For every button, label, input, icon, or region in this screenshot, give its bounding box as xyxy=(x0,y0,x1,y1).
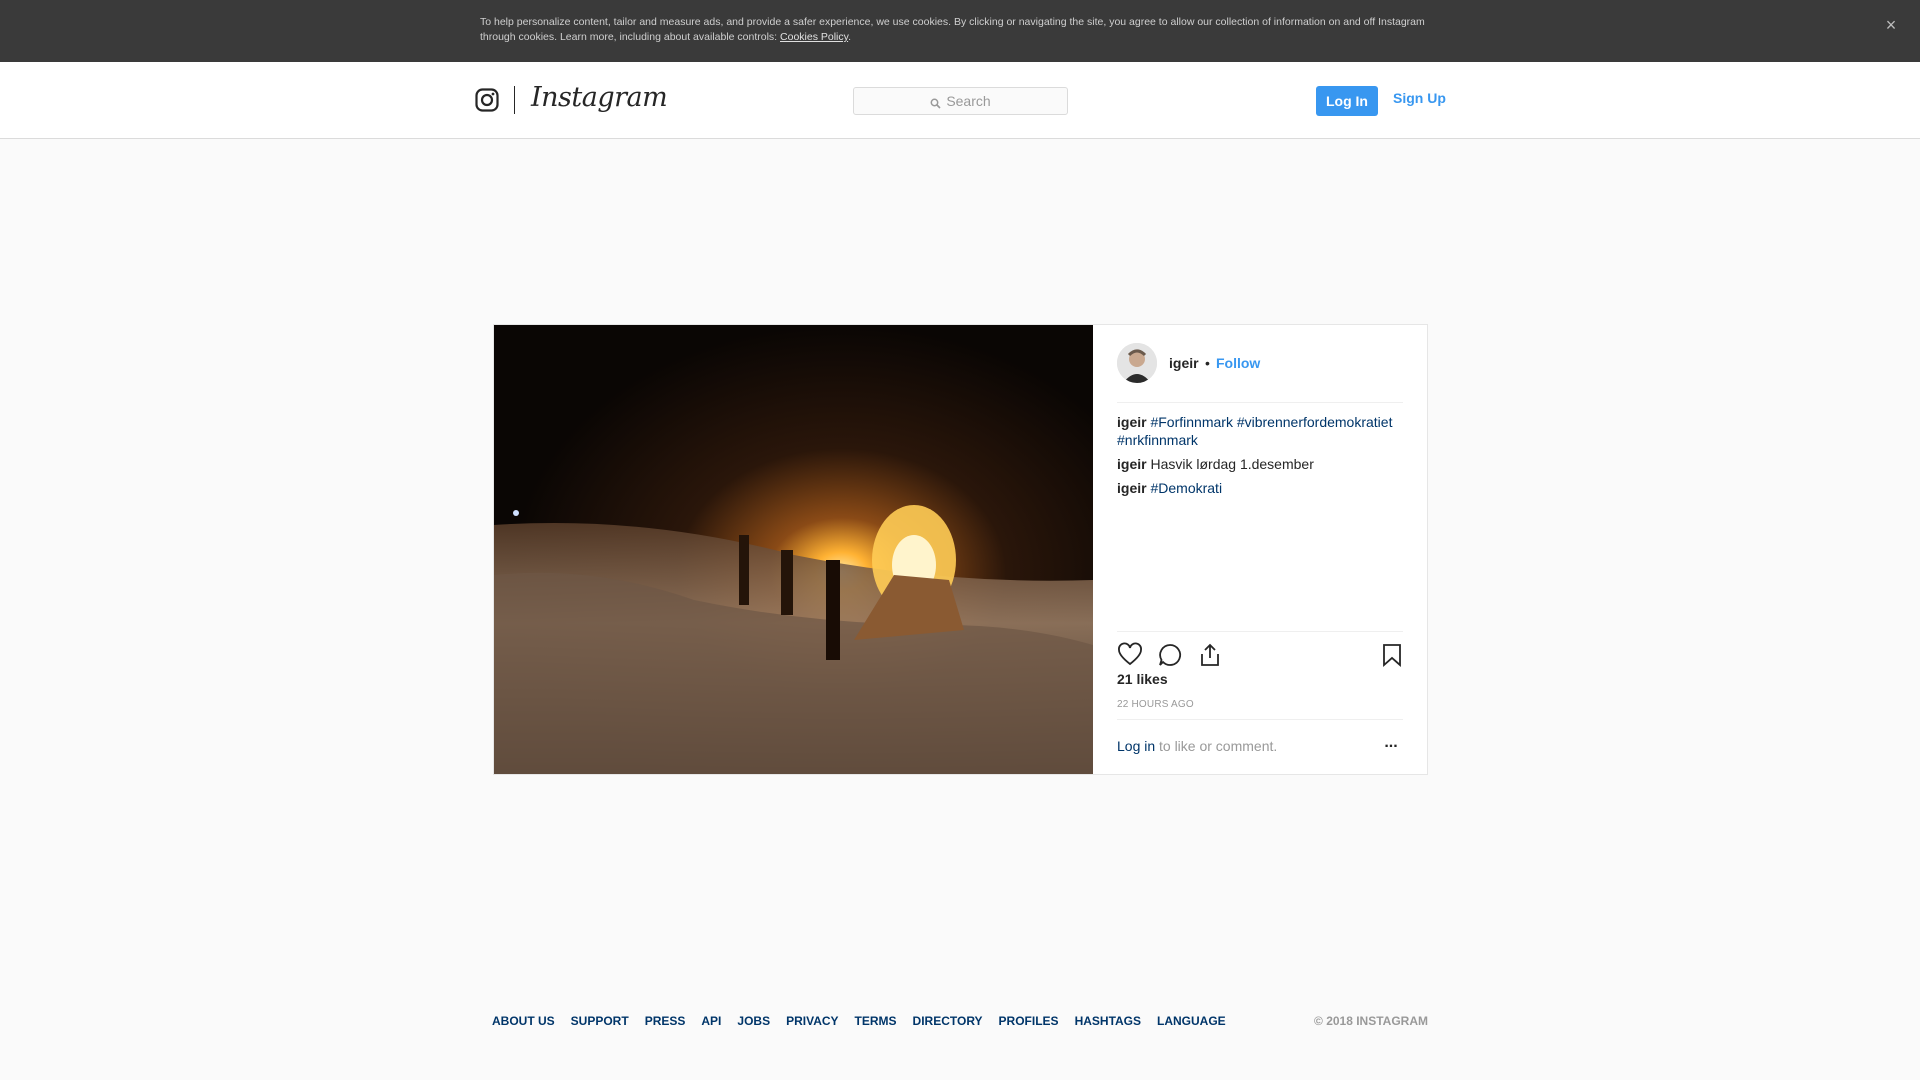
footer-link-support[interactable]: SUPPORT xyxy=(571,1014,629,1028)
copyright: © 2018 INSTAGRAM xyxy=(1314,1014,1428,1028)
cookie-notice: To help personalize content, tailor and … xyxy=(480,15,1430,45)
cookie-notice-suffix: . xyxy=(848,31,852,43)
footer: ABOUT US SUPPORT PRESS API JOBS PRIVACY … xyxy=(492,1014,1428,1030)
login-link[interactable]: Log in xyxy=(1117,738,1155,754)
cookies-policy-link[interactable]: Cookies Policy xyxy=(780,31,848,43)
hashtag-link[interactable]: #vibrennerfordemokratiet xyxy=(1237,414,1393,430)
login-button[interactable]: Log In xyxy=(1316,86,1378,116)
post-username[interactable]: igeir xyxy=(1169,355,1199,371)
comment-item: igeir #Forfinnmark #vibrennerfordemokrat… xyxy=(1117,413,1407,449)
comment-username[interactable]: igeir xyxy=(1117,414,1147,430)
share-icon[interactable] xyxy=(1197,642,1223,668)
footer-nav: ABOUT US SUPPORT PRESS API JOBS PRIVACY … xyxy=(492,1014,1226,1028)
footer-link-profiles[interactable]: PROFILES xyxy=(999,1014,1059,1028)
comment-item: igeir #Demokrati xyxy=(1117,479,1407,497)
footer-link-language[interactable]: LANGUAGE xyxy=(1157,1014,1226,1028)
comments-list: igeir #Forfinnmark #vibrennerfordemokrat… xyxy=(1117,413,1407,503)
comment-username[interactable]: igeir xyxy=(1117,480,1147,496)
hashtag-link[interactable]: #Demokrati xyxy=(1150,480,1222,496)
avatar[interactable] xyxy=(1117,343,1157,383)
comment-bubble-icon[interactable] xyxy=(1157,642,1183,668)
login-prompt-text: to like or comment. xyxy=(1159,738,1278,754)
likes-count[interactable]: 21 likes xyxy=(1117,671,1168,687)
heart-icon[interactable] xyxy=(1117,642,1143,668)
search-placeholder: Search xyxy=(946,93,991,109)
more-options-button[interactable]: ... xyxy=(1379,735,1403,756)
post-card: igeir • Follow igeir #Forfinnmark #vibre… xyxy=(493,324,1428,775)
post-header: igeir • Follow xyxy=(1117,343,1403,403)
footer-link-directory[interactable]: DIRECTORY xyxy=(913,1014,983,1028)
post-photo[interactable] xyxy=(494,325,1093,774)
close-icon[interactable]: × xyxy=(1880,14,1902,36)
separator-dot: • xyxy=(1205,355,1210,371)
cookie-banner: To help personalize content, tailor and … xyxy=(0,0,1920,62)
search-icon xyxy=(930,96,941,109)
top-navbar: Instagram Search Log In Sign Up xyxy=(0,62,1920,139)
logo-divider xyxy=(514,86,515,114)
footer-link-api[interactable]: API xyxy=(701,1014,721,1028)
cookie-notice-text: To help personalize content, tailor and … xyxy=(480,16,1425,43)
follow-button[interactable]: Follow xyxy=(1216,355,1260,371)
bookmark-icon[interactable] xyxy=(1379,642,1405,668)
footer-link-about-us[interactable]: ABOUT US xyxy=(492,1014,555,1028)
instagram-wordmark[interactable]: Instagram xyxy=(531,82,668,113)
instagram-camera-icon[interactable] xyxy=(475,88,499,112)
footer-link-hashtags[interactable]: HASHTAGS xyxy=(1075,1014,1141,1028)
post-timestamp: 22 HOURS AGO xyxy=(1117,699,1194,710)
hashtag-link[interactable]: #nrkfinnmark xyxy=(1117,432,1198,448)
search-input[interactable]: Search xyxy=(853,87,1068,115)
login-prompt: Log in to like or comment. ... xyxy=(1117,719,1403,773)
post-sidebar: igeir • Follow igeir #Forfinnmark #vibre… xyxy=(1093,325,1427,774)
comment-username[interactable]: igeir xyxy=(1117,456,1147,472)
comment-item: igeir Hasvik lørdag 1.desember xyxy=(1117,455,1407,473)
comment-text: Hasvik lørdag 1.desember xyxy=(1150,456,1314,472)
action-bar xyxy=(1117,631,1403,671)
hashtag-link[interactable]: #Forfinnmark xyxy=(1150,414,1232,430)
footer-link-terms[interactable]: TERMS xyxy=(855,1014,897,1028)
footer-link-privacy[interactable]: PRIVACY xyxy=(786,1014,838,1028)
signup-link[interactable]: Sign Up xyxy=(1393,90,1446,106)
footer-link-press[interactable]: PRESS xyxy=(645,1014,686,1028)
footer-link-jobs[interactable]: JOBS xyxy=(737,1014,770,1028)
